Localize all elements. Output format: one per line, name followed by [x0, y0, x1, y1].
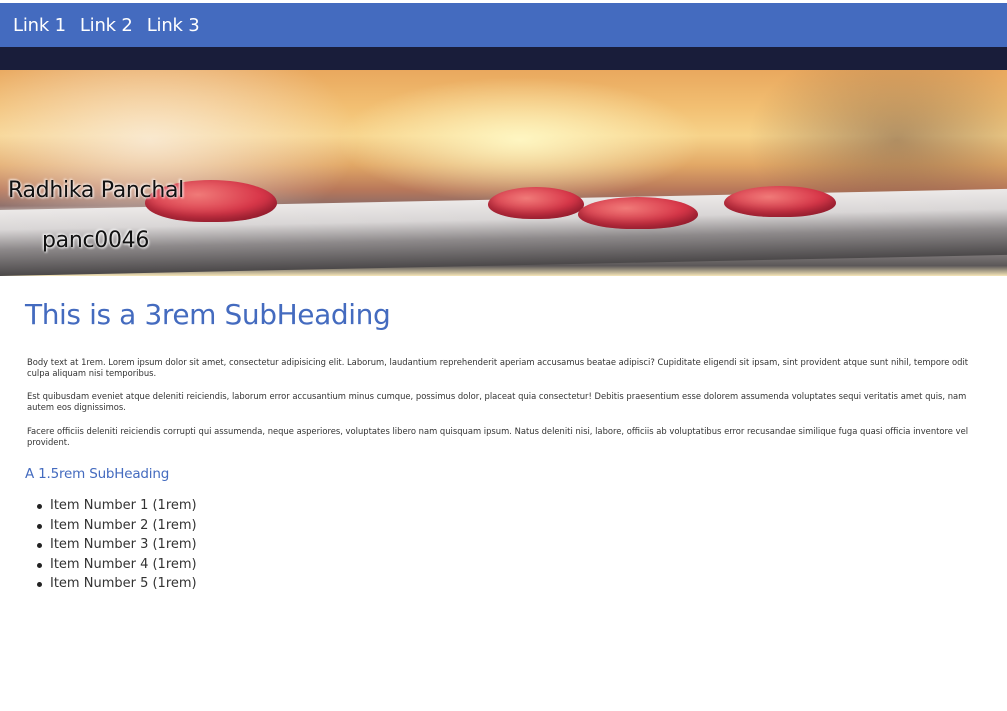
body-paragraph: Facere officiis deleniti reiciendis corr…: [27, 426, 969, 447]
list-item: Item Number 3 (1rem): [37, 535, 975, 555]
list-item: Item Number 1 (1rem): [37, 496, 975, 516]
nav-link-1[interactable]: Link 1: [13, 15, 66, 36]
main-content: This is a 3rem SubHeading Body text at 1…: [25, 298, 975, 594]
hero-title: Radhika Panchal: [8, 178, 184, 203]
list-item: Item Number 5 (1rem): [37, 574, 975, 594]
nav-link-2[interactable]: Link 2: [80, 15, 133, 36]
top-navigation: Link 1 Link 2 Link 3: [0, 3, 1007, 47]
raspberry-image: [488, 187, 584, 219]
nav-link-3[interactable]: Link 3: [147, 15, 200, 36]
raspberry-image: [578, 197, 698, 229]
hero-banner: Radhika Panchal panc0046: [0, 70, 1007, 276]
body-paragraph: Body text at 1rem. Lorem ipsum dolor sit…: [27, 357, 969, 378]
hero-subtitle: panc0046: [42, 228, 150, 253]
page-subheading: This is a 3rem SubHeading: [25, 298, 391, 331]
dark-divider-bar: [0, 47, 1007, 70]
item-list: Item Number 1 (1rem) Item Number 2 (1rem…: [25, 496, 975, 594]
list-item: Item Number 4 (1rem): [37, 555, 975, 575]
body-paragraph: Est quibusdam eveniet atque deleniti rei…: [27, 391, 967, 412]
raspberry-image: [724, 186, 836, 217]
section-subheading: A 1.5rem SubHeading: [25, 466, 170, 482]
list-item: Item Number 2 (1rem): [37, 516, 975, 536]
